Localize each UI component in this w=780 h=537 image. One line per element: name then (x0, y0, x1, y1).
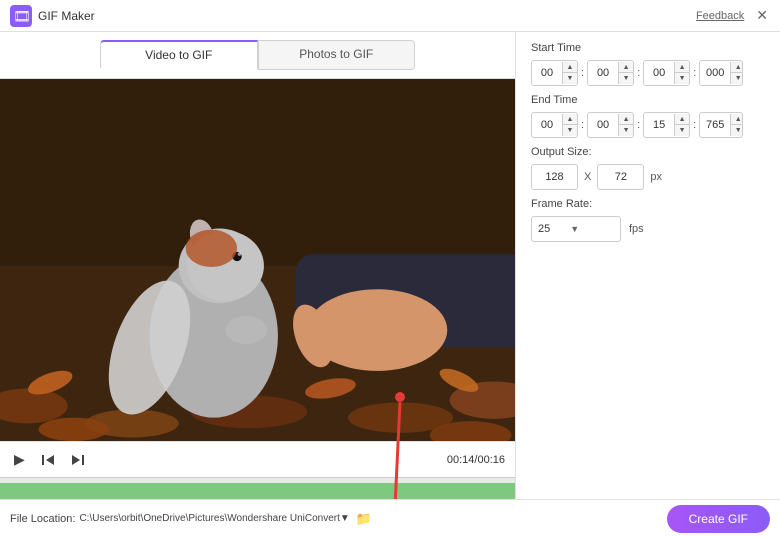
end-time-minutes-group[interactable]: ▲ ▼ (587, 112, 634, 138)
x-separator: X (584, 171, 591, 183)
fps-value: 25 (538, 223, 550, 235)
end-minutes-down[interactable]: ▼ (619, 125, 633, 136)
start-seconds-up[interactable]: ▲ (675, 62, 689, 73)
start-time-hours-group[interactable]: ▲ ▼ (531, 60, 578, 86)
title-bar-right: Feedback ✕ (696, 7, 770, 24)
time-display: 00:14/00:16 (447, 454, 505, 466)
next-button[interactable] (67, 451, 89, 469)
close-button[interactable]: ✕ (754, 7, 770, 24)
fps-unit-label: fps (629, 223, 644, 235)
start-time-inputs: ▲ ▼ : ▲ ▼ : ▲ (531, 60, 765, 86)
end-minutes-up[interactable]: ▲ (619, 114, 633, 125)
end-time-seconds-group[interactable]: ▲ ▼ (643, 112, 690, 138)
end-time-ms-group[interactable]: ▲ ▼ (699, 112, 743, 138)
title-bar-left: 🎞 GIF Maker (10, 5, 95, 27)
end-time-hours[interactable] (532, 119, 562, 131)
end-time-seconds[interactable] (644, 119, 674, 131)
folder-icon[interactable]: 📁 (356, 511, 372, 527)
start-time-seconds-group[interactable]: ▲ ▼ (643, 60, 690, 86)
height-input[interactable] (598, 171, 643, 183)
start-time-minutes[interactable] (588, 67, 618, 79)
path-dropdown-arrow[interactable]: ▼ (340, 513, 350, 524)
end-seconds-down[interactable]: ▼ (675, 125, 689, 136)
start-ms-up[interactable]: ▲ (731, 62, 743, 73)
app-logo: 🎞 (10, 5, 32, 27)
start-time-ms-group[interactable]: ▲ ▼ (699, 60, 743, 86)
svg-text:🎞: 🎞 (13, 8, 31, 24)
main-container: Video to GIF Photos to GIF (0, 32, 780, 537)
output-size-label: Output Size: (531, 146, 765, 158)
start-time-minutes-group[interactable]: ▲ ▼ (587, 60, 634, 86)
start-time-section: Start Time ▲ ▼ : ▲ ▼ (531, 42, 765, 86)
app-title: GIF Maker (38, 9, 95, 23)
end-time-hours-group[interactable]: ▲ ▼ (531, 112, 578, 138)
prev-button[interactable] (37, 451, 59, 469)
frame-rate-label: Frame Rate: (531, 198, 765, 210)
start-ms-down[interactable]: ▼ (731, 73, 743, 84)
bottom-bar: File Location: C:\Users\orbit\OneDrive\P… (0, 499, 780, 537)
prev-icon (41, 453, 55, 467)
start-time-label: Start Time (531, 42, 765, 54)
start-hours-up[interactable]: ▲ (563, 62, 577, 73)
end-seconds-up[interactable]: ▲ (675, 114, 689, 125)
start-time-hours[interactable] (532, 67, 562, 79)
video-controls: ▶ 00:14/00:16 (0, 441, 515, 477)
create-gif-button[interactable]: Create GIF (667, 505, 770, 533)
frame-rate-section: Frame Rate: 25 ▼ fps (531, 198, 765, 242)
start-time-seconds[interactable] (644, 67, 674, 79)
framerate-row: 25 ▼ fps (531, 216, 765, 242)
feedback-link[interactable]: Feedback (696, 10, 744, 22)
fps-select[interactable]: 25 ▼ (531, 216, 621, 242)
start-seconds-down[interactable]: ▼ (675, 73, 689, 84)
video-background (0, 79, 515, 441)
end-time-inputs: ▲ ▼ : ▲ ▼ : ▲ ▼ (531, 112, 765, 138)
start-minutes-down[interactable]: ▼ (619, 73, 633, 84)
height-input-wrap[interactable] (597, 164, 644, 190)
file-location-label: File Location: (10, 513, 75, 525)
right-panel: Start Time ▲ ▼ : ▲ ▼ (515, 32, 780, 537)
title-bar: 🎞 GIF Maker Feedback ✕ (0, 0, 780, 32)
next-icon (71, 453, 85, 467)
end-ms-down[interactable]: ▼ (731, 125, 743, 136)
end-time-minutes[interactable] (588, 119, 618, 131)
end-hours-down[interactable]: ▼ (563, 125, 577, 136)
end-time-label: End Time (531, 94, 765, 106)
start-time-hours-spinners: ▲ ▼ (562, 62, 577, 84)
start-hours-down[interactable]: ▼ (563, 73, 577, 84)
end-hours-up[interactable]: ▲ (563, 114, 577, 125)
play-button[interactable]: ▶ (10, 449, 29, 470)
tab-video-to-gif[interactable]: Video to GIF (100, 40, 258, 70)
video-scene (0, 79, 515, 441)
px-label: px (650, 171, 662, 183)
video-preview (0, 79, 515, 441)
end-time-section: End Time ▲ ▼ : ▲ ▼ : (531, 94, 765, 138)
start-minutes-up[interactable]: ▲ (619, 62, 633, 73)
tab-bar: Video to GIF Photos to GIF (0, 32, 515, 79)
start-time-ms[interactable] (700, 67, 730, 79)
output-size-section: Output Size: X px (531, 146, 765, 190)
end-time-ms[interactable] (700, 119, 730, 131)
width-input-wrap[interactable] (531, 164, 578, 190)
tab-photos-to-gif[interactable]: Photos to GIF (258, 40, 416, 70)
fps-chevron-icon: ▼ (570, 224, 579, 234)
file-path: C:\Users\orbit\OneDrive\Pictures\Wonders… (79, 513, 339, 524)
width-input[interactable] (532, 171, 577, 183)
output-size-row: X px (531, 164, 765, 190)
left-panel: Video to GIF Photos to GIF (0, 32, 515, 537)
end-ms-up[interactable]: ▲ (731, 114, 743, 125)
